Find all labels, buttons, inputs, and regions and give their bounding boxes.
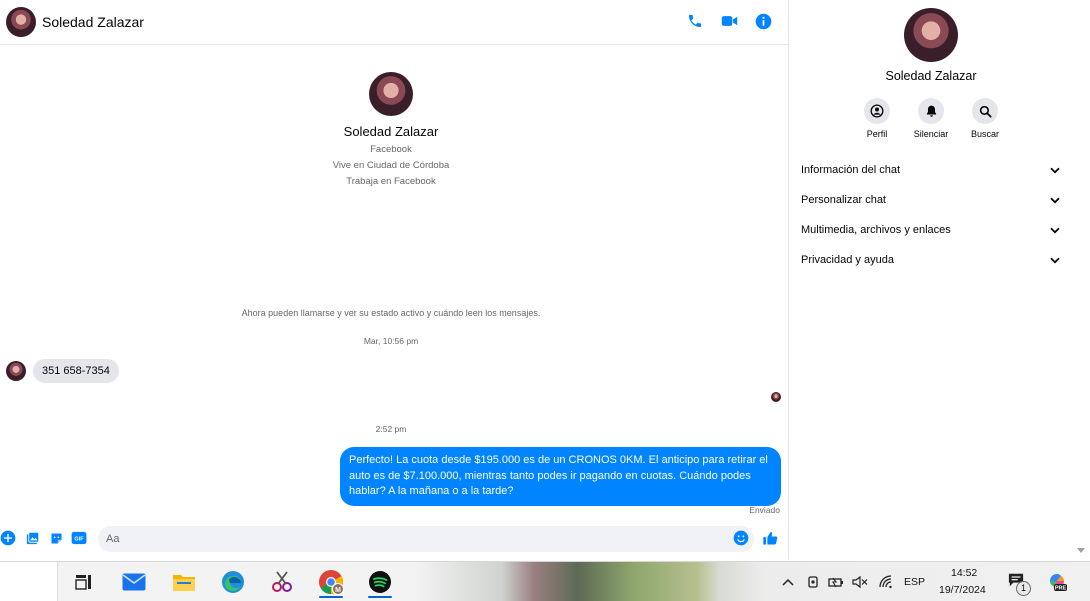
sticker-icon[interactable] — [48, 530, 64, 546]
mute-button[interactable]: Silenciar — [914, 98, 948, 139]
section-media-files-links[interactable]: Multimedia, archivos y enlaces — [790, 215, 1072, 245]
taskbar-blank-area — [0, 562, 58, 601]
gallery-icon[interactable] — [24, 530, 40, 546]
chat-notice: Ahora pueden llamarse y ver su estado ac… — [241, 308, 541, 318]
chrome-browser-icon[interactable]: M — [313, 566, 349, 598]
gif-icon[interactable]: GIF — [71, 530, 87, 546]
panel-contact-name: Soledad Zalazar — [885, 69, 977, 83]
snipping-tool-icon[interactable] — [264, 566, 300, 598]
intro-avatar[interactable] — [369, 72, 413, 116]
contact-intro: Soledad Zalazar Facebook Vive en Ciudad … — [0, 72, 782, 187]
task-view-icon[interactable] — [66, 566, 102, 598]
chevron-down-icon — [1050, 197, 1060, 203]
profile-label: Perfil — [866, 129, 888, 139]
section-customize-chat[interactable]: Personalizar chat — [790, 185, 1072, 215]
like-icon[interactable] — [762, 530, 778, 546]
incoming-message[interactable]: 351 658-7354 — [33, 359, 119, 383]
spotify-icon[interactable] — [362, 566, 398, 598]
search-icon — [972, 98, 998, 124]
chat-header: Soledad Zalazar — [0, 0, 789, 45]
device-icon[interactable] — [805, 574, 821, 590]
clock-date[interactable]: 19/7/2024 — [939, 584, 986, 596]
phone-call-icon[interactable] — [685, 11, 705, 31]
chat-info-panel: Soledad Zalazar Perfil Silenciar Buscar … — [790, 0, 1072, 560]
file-explorer-icon[interactable] — [166, 566, 202, 598]
timestamp: 2:52 pm — [375, 424, 407, 434]
panel-actions: Perfil Silenciar Buscar — [790, 98, 1072, 139]
contact-name[interactable]: Soledad Zalazar — [42, 14, 144, 30]
show-hidden-icons-chevron-up-icon[interactable] — [780, 574, 796, 590]
edge-browser-icon[interactable] — [215, 566, 251, 598]
svg-text:GIF: GIF — [74, 536, 84, 542]
intro-line-2: Vive en Ciudad de Córdoba — [332, 160, 450, 171]
wifi-icon[interactable] — [878, 574, 894, 590]
profile-button[interactable]: Perfil — [860, 98, 894, 139]
profile-icon — [864, 98, 890, 124]
composer: GIF — [0, 524, 789, 554]
section-label: Información del chat — [801, 164, 901, 176]
panel-sections: Información del chat Personalizar chat M… — [790, 155, 1072, 275]
video-call-icon[interactable] — [719, 11, 739, 31]
intro-name: Soledad Zalazar — [343, 124, 439, 139]
copilot-badge: PRE — [1055, 586, 1067, 592]
volume-muted-icon[interactable] — [852, 574, 868, 590]
contact-avatar[interactable] — [6, 7, 36, 37]
chat-pane: Soledad Zalazar Soledad Zalazar Facebook… — [0, 0, 789, 560]
section-chat-info[interactable]: Información del chat — [790, 155, 1072, 185]
message-input[interactable] — [98, 526, 754, 552]
mute-label: Silenciar — [913, 129, 949, 139]
windows-taskbar: M ESP 14:52 19/7/2024 1 PRE — [0, 561, 1090, 601]
chevron-down-icon — [1050, 167, 1060, 173]
sent-status: Enviado — [749, 505, 780, 515]
section-label: Personalizar chat — [801, 194, 886, 206]
incoming-message-row: 351 658-7354 — [6, 359, 119, 383]
section-label: Privacidad y ayuda — [801, 254, 894, 266]
scroll-down-arrow-icon[interactable] — [1077, 548, 1085, 553]
section-label: Multimedia, archivos y enlaces — [801, 224, 951, 236]
notification-count-badge: 1 — [1016, 581, 1031, 596]
chevron-down-icon — [1050, 227, 1060, 233]
info-icon[interactable] — [753, 11, 773, 31]
plus-icon[interactable] — [0, 530, 16, 546]
outgoing-message[interactable]: Perfecto! La cuota desde $195.000 es de … — [340, 447, 781, 506]
emoji-icon[interactable] — [733, 530, 749, 546]
section-privacy-help[interactable]: Privacidad y ayuda — [790, 245, 1072, 275]
input-language[interactable]: ESP — [904, 576, 925, 588]
clock-time[interactable]: 14:52 — [951, 567, 977, 579]
mail-icon[interactable] — [116, 566, 152, 598]
battery-icon[interactable] — [828, 574, 844, 590]
intro-line-3: Trabaja en Facebook — [346, 176, 436, 187]
panel-avatar[interactable] — [904, 8, 958, 62]
page-scrollbar[interactable] — [1072, 0, 1090, 560]
seen-indicator-avatar — [771, 392, 781, 402]
header-actions — [685, 11, 773, 31]
sender-avatar[interactable] — [6, 361, 26, 381]
copilot-icon[interactable]: PRE — [1046, 570, 1068, 592]
chrome-profile-badge: M — [335, 587, 341, 594]
chevron-down-icon — [1050, 257, 1060, 263]
search-label: Buscar — [970, 129, 999, 139]
bell-icon — [918, 98, 944, 124]
search-button[interactable]: Buscar — [968, 98, 1002, 139]
intro-line-1: Facebook — [370, 144, 412, 155]
timestamp: Mar, 10:56 pm — [363, 336, 419, 346]
